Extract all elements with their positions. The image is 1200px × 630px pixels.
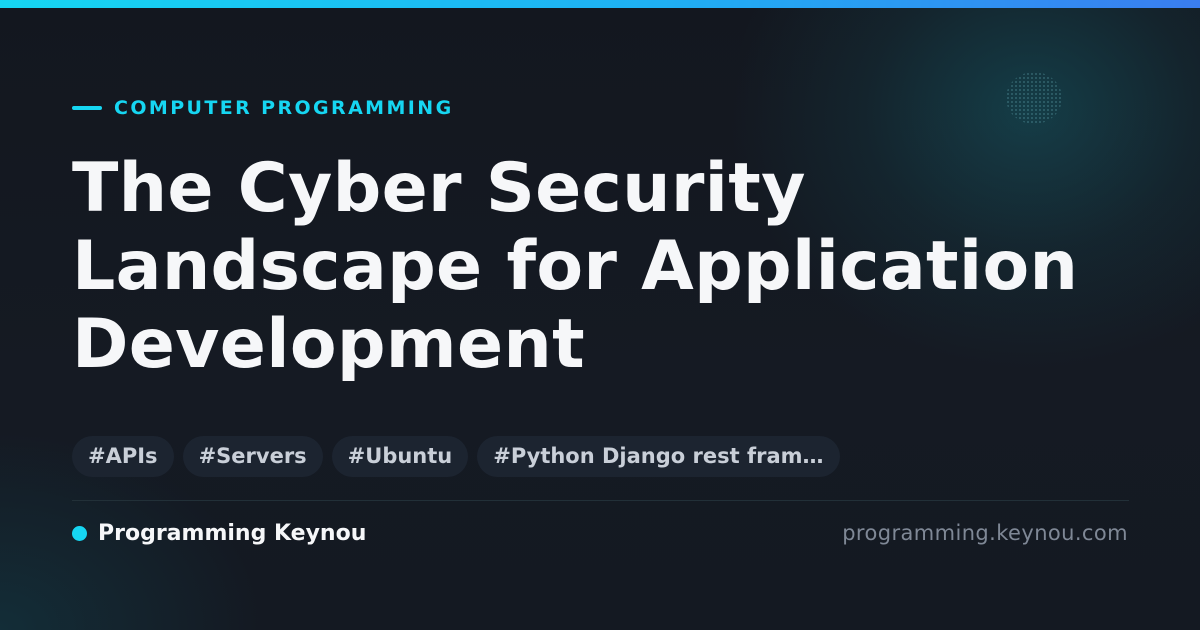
dot-pattern-decoration [1006, 72, 1062, 124]
social-preview-card: COMPUTER PROGRAMMING The Cyber Security L… [0, 0, 1200, 630]
brand-name: Programming Keynou [98, 520, 367, 546]
footer-divider [72, 500, 1129, 501]
category-header: COMPUTER PROGRAMMING [72, 95, 454, 121]
tag-ubuntu[interactable]: #Ubuntu [331, 436, 469, 477]
title-line-3: Development [72, 305, 585, 384]
accent-top-bar [0, 0, 1200, 8]
tag-servers[interactable]: #Servers [182, 436, 323, 477]
tag-python-django[interactable]: #Python Django rest fram… [477, 436, 840, 477]
title-line-1: The Cyber Security [72, 149, 806, 228]
article-title: The Cyber Security Landscape for Applicat… [72, 150, 1132, 384]
brand-dot-icon [72, 525, 87, 541]
title-line-2: Landscape for Application [72, 227, 1079, 306]
category-dash-icon [72, 106, 102, 110]
brand: Programming Keynou [72, 518, 366, 548]
site-url[interactable]: programming.keynou.com [842, 518, 1128, 548]
tag-list: #APIs #Servers #Ubuntu #Python Django re… [72, 436, 840, 477]
category-label: COMPUTER PROGRAMMING [114, 97, 454, 119]
tag-apis[interactable]: #APIs [72, 436, 174, 477]
